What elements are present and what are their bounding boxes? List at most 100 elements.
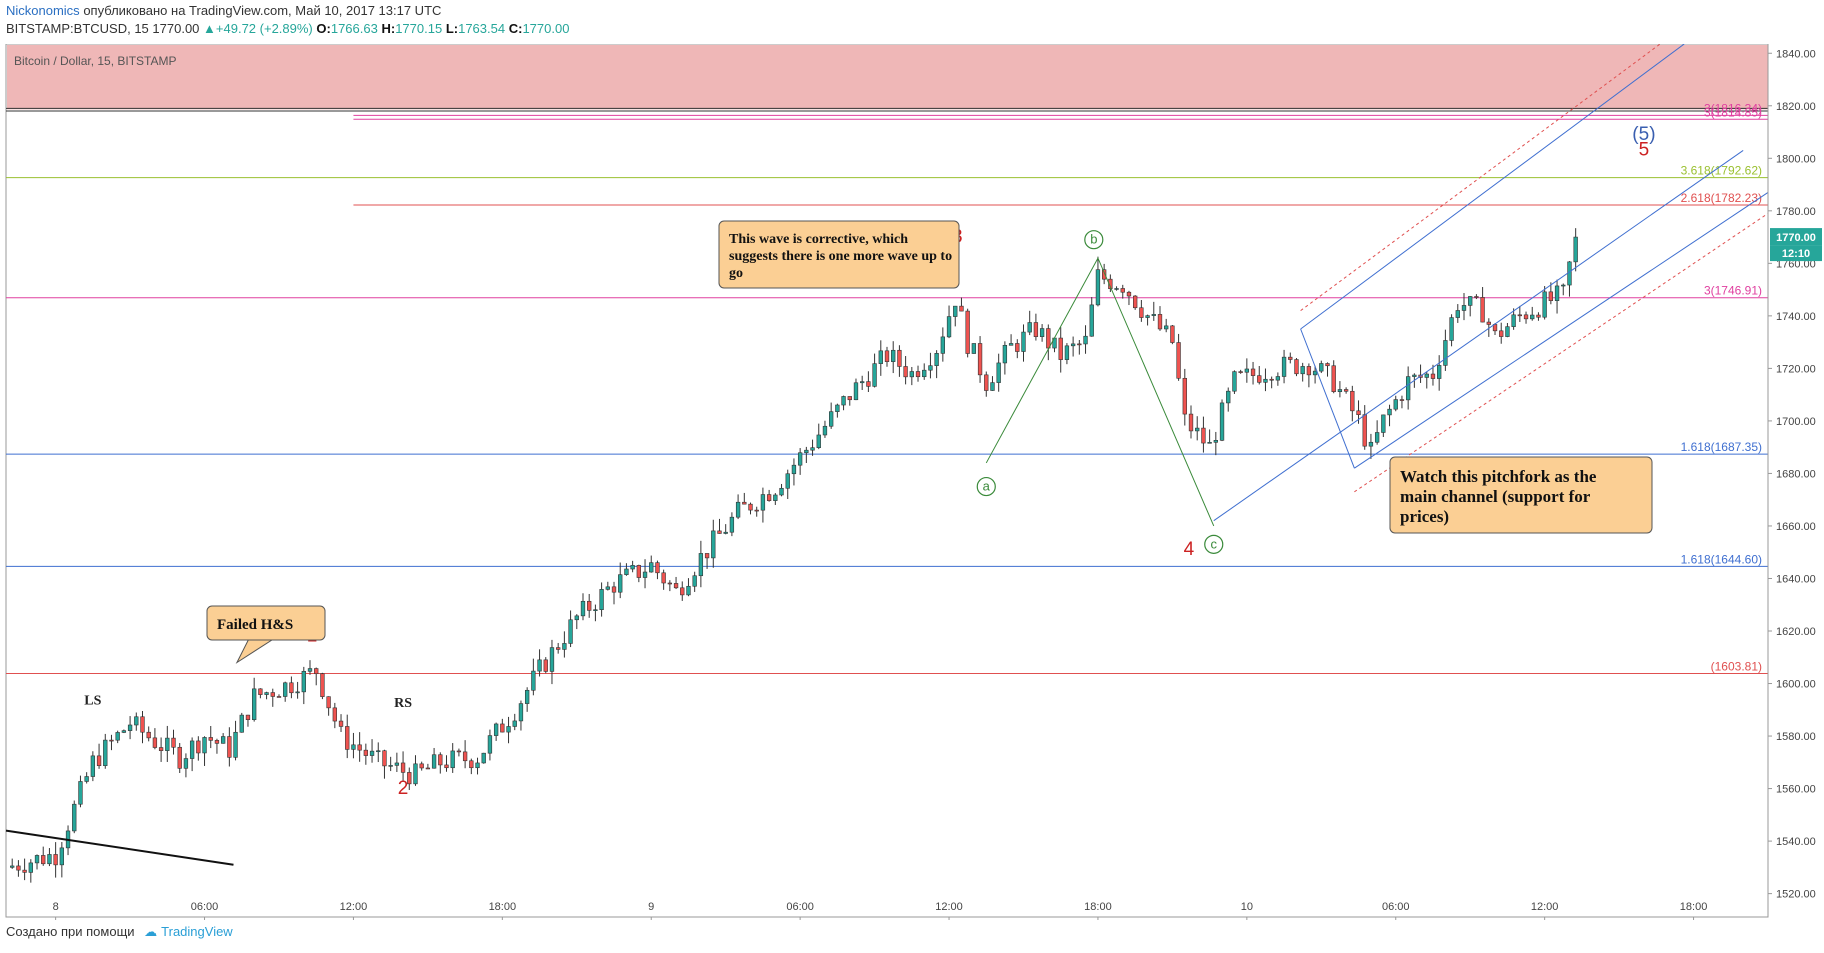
y-tick-label: 1800.00 bbox=[1776, 153, 1816, 165]
candle-body bbox=[1312, 370, 1318, 376]
candle-body bbox=[866, 381, 871, 387]
candle-body bbox=[382, 750, 387, 767]
candle-body bbox=[562, 643, 567, 650]
low-label: L: bbox=[445, 21, 459, 36]
candle-body bbox=[940, 336, 945, 354]
candle-body bbox=[1343, 389, 1349, 392]
candle-body bbox=[773, 494, 778, 501]
candle-body bbox=[202, 737, 207, 754]
candle-body bbox=[351, 744, 356, 750]
candle-body bbox=[680, 587, 685, 596]
candle-body bbox=[748, 503, 753, 511]
candle-body bbox=[1244, 368, 1250, 373]
tradingview-link[interactable]: TradingView bbox=[161, 924, 233, 939]
candle-body bbox=[1430, 373, 1436, 379]
candle-body bbox=[860, 381, 865, 384]
candle-body bbox=[1114, 288, 1119, 290]
author-link[interactable]: Nickonomics bbox=[6, 3, 80, 18]
candle-body bbox=[543, 659, 548, 672]
candle-body bbox=[158, 747, 164, 751]
candle-body bbox=[711, 530, 716, 559]
candle-body bbox=[524, 689, 530, 704]
candle-body bbox=[332, 707, 337, 722]
candle-body bbox=[506, 726, 511, 733]
candle-body bbox=[1039, 328, 1045, 337]
current-price-value: 1770.00 bbox=[1776, 232, 1816, 244]
high-value: 1770.15 bbox=[395, 21, 443, 36]
callout: Watch this pitchfork as the main channel … bbox=[1389, 456, 1653, 534]
candle-body bbox=[171, 737, 176, 748]
candle-body bbox=[1232, 371, 1237, 392]
candle-body bbox=[481, 752, 486, 764]
candle-body bbox=[121, 730, 127, 733]
candle-body bbox=[1412, 374, 1417, 377]
candle-body bbox=[363, 749, 369, 756]
candle-body bbox=[1263, 378, 1268, 383]
candle-body bbox=[258, 688, 263, 695]
candle-body bbox=[189, 740, 195, 759]
candle-body bbox=[599, 589, 604, 610]
candle-body bbox=[909, 371, 914, 378]
candle-body bbox=[59, 847, 64, 866]
candle-body bbox=[1281, 356, 1287, 377]
candle-body bbox=[1319, 363, 1324, 372]
y-tick-label: 1680.00 bbox=[1776, 468, 1816, 480]
y-tick-label: 1660.00 bbox=[1776, 521, 1816, 533]
candle-body bbox=[450, 750, 455, 769]
candle-body bbox=[1424, 373, 1429, 378]
candle-body bbox=[971, 343, 977, 354]
candle-body bbox=[915, 371, 921, 378]
candle-body bbox=[1461, 305, 1467, 311]
candle-body bbox=[1405, 376, 1411, 401]
candle-body bbox=[1182, 377, 1187, 415]
candle-body bbox=[270, 692, 275, 697]
candle-body bbox=[1027, 322, 1032, 333]
candle-body bbox=[72, 803, 77, 832]
candle-body bbox=[667, 582, 673, 585]
candle-body bbox=[605, 586, 610, 590]
candle-body bbox=[283, 682, 288, 697]
candle-body bbox=[214, 740, 220, 744]
candle-body bbox=[754, 509, 759, 512]
candle-body bbox=[649, 562, 654, 573]
high-label: H: bbox=[381, 21, 396, 36]
candle-body bbox=[47, 854, 52, 865]
candle-body bbox=[984, 374, 989, 391]
price-change: ▲+49.72 (+2.89%) bbox=[203, 21, 313, 36]
candle-body bbox=[934, 353, 939, 366]
x-tick-label: 18:00 bbox=[1084, 901, 1112, 913]
candle-body bbox=[1350, 390, 1355, 412]
x-tick-label: 12:00 bbox=[935, 901, 963, 913]
candle-body bbox=[239, 714, 244, 733]
candle-body bbox=[413, 763, 418, 785]
candle-body bbox=[593, 609, 598, 611]
candle-body bbox=[785, 473, 790, 489]
candle-body bbox=[959, 305, 964, 312]
price-chart[interactable]: 3(1814.85)3(1816.34)3.618(1792.62)2.618(… bbox=[0, 44, 1824, 920]
candle-body bbox=[512, 720, 517, 727]
candle-body bbox=[233, 731, 238, 758]
candle-body bbox=[276, 696, 282, 698]
candle-body bbox=[1008, 343, 1014, 346]
candle-body bbox=[301, 671, 306, 693]
candle-body bbox=[345, 726, 350, 750]
candle-body bbox=[245, 714, 251, 720]
tradingview-logo-icon: ☁ bbox=[144, 924, 158, 939]
candle-body bbox=[1195, 427, 1200, 432]
candle-body bbox=[16, 865, 21, 871]
candle-body bbox=[1139, 307, 1144, 318]
candle-body bbox=[853, 382, 859, 401]
candle-body bbox=[134, 716, 139, 726]
wave-label: (5) bbox=[1632, 124, 1655, 145]
candle-body bbox=[127, 724, 133, 731]
x-tick-label: 8 bbox=[53, 901, 59, 913]
chart-header: Nickonomics опубликовано на TradingView.… bbox=[0, 0, 1824, 44]
candle-body bbox=[1536, 314, 1541, 318]
candle-body bbox=[90, 755, 96, 777]
candle-body bbox=[469, 760, 474, 769]
candle-body bbox=[394, 762, 400, 766]
candle-body bbox=[630, 565, 635, 570]
candle-body bbox=[723, 531, 728, 534]
candle-body bbox=[475, 762, 480, 769]
candle-body bbox=[1095, 269, 1101, 306]
